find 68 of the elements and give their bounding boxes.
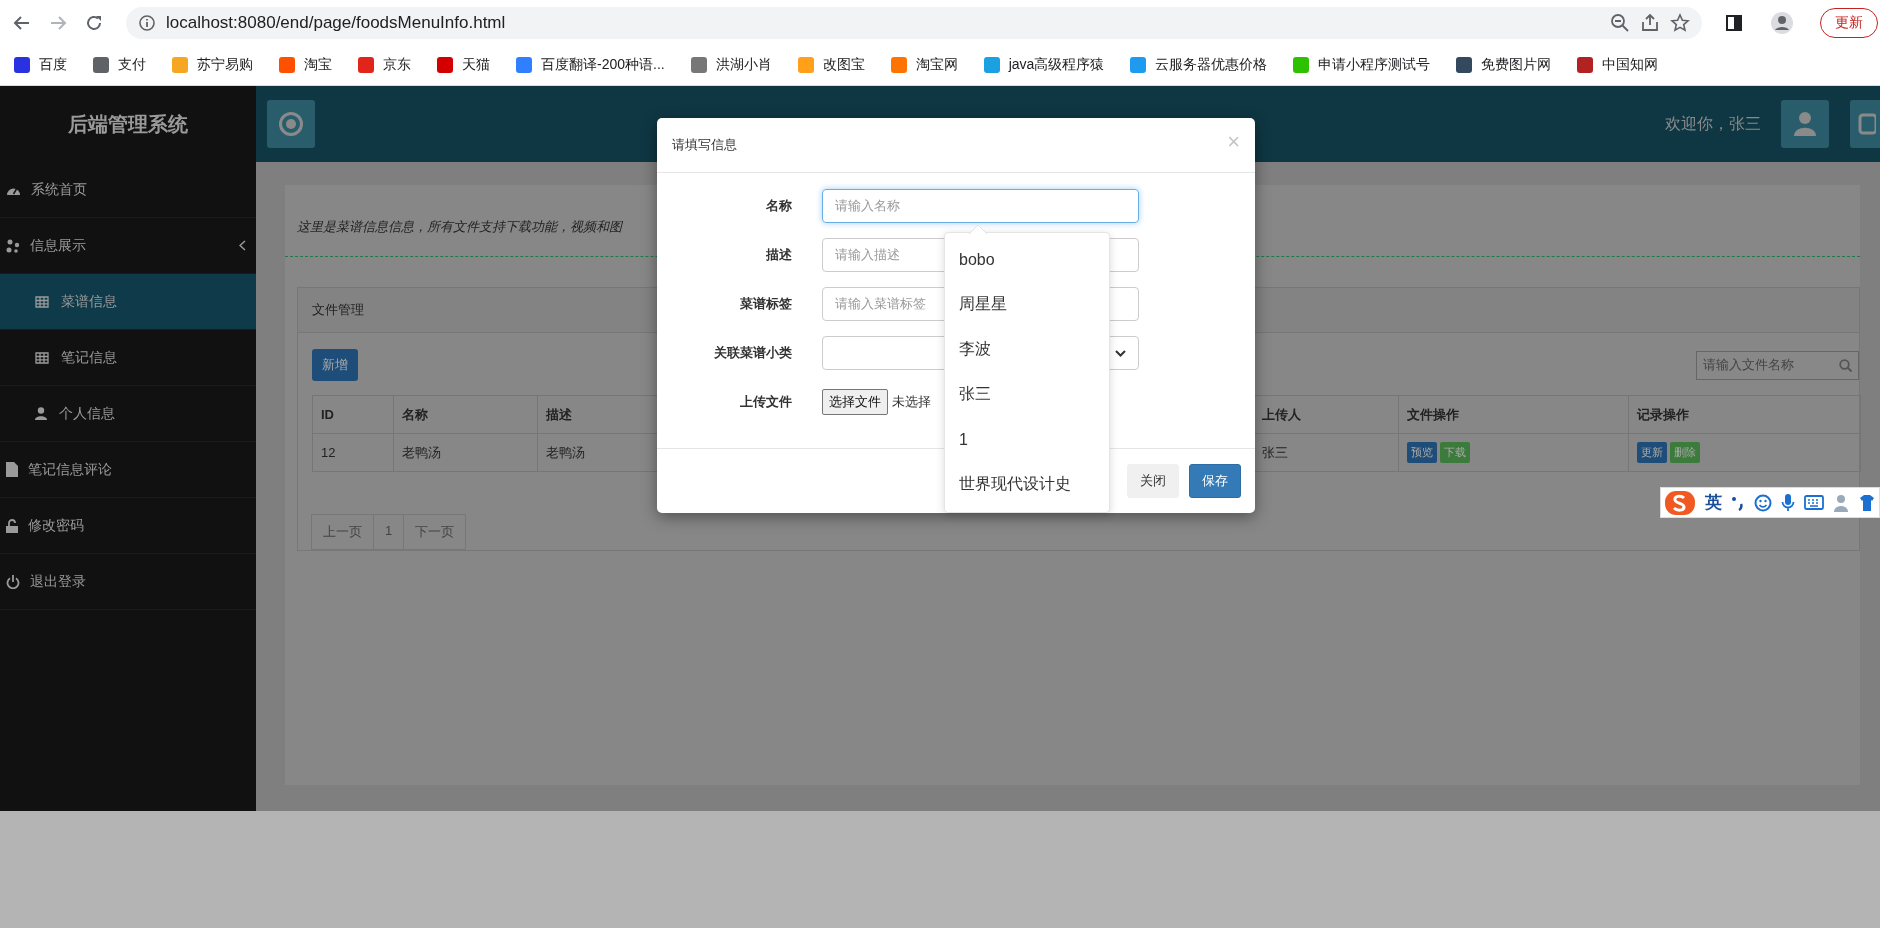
bookmark[interactable]: 支付 xyxy=(93,56,146,74)
punctuation-icon[interactable] xyxy=(1731,494,1745,511)
field-label: 名称 xyxy=(765,197,792,215)
bookmark[interactable]: 淘宝网 xyxy=(890,56,958,74)
field-label: 上传文件 xyxy=(739,393,792,411)
bookmark[interactable]: 百度翻译-200种语... xyxy=(516,56,665,74)
user-icon xyxy=(35,407,47,420)
file-icon xyxy=(6,462,18,477)
update-button[interactable]: 更新 xyxy=(1820,7,1878,38)
zoom-icon[interactable] xyxy=(1610,12,1630,33)
table-cell: 12 xyxy=(312,433,394,472)
sidebar-item[interactable]: 菜谱信息 xyxy=(0,274,256,330)
bookmark[interactable]: 百度 xyxy=(14,56,67,74)
shirt-icon[interactable] xyxy=(1860,494,1874,511)
intro-text: 这里是菜谱信息信息，所有文件支持下载功能，视频和图 xyxy=(297,218,622,236)
address-bar[interactable]: localhost:8080/end/page/foodsMenuInfo.html xyxy=(126,6,1702,39)
bookmark[interactable]: 申请小程序测试号 xyxy=(1293,56,1431,74)
table-icon xyxy=(35,295,49,308)
field-label: 菜谱标签 xyxy=(739,295,792,313)
profile-icon[interactable] xyxy=(1770,10,1794,35)
column-header: 文件操作 xyxy=(1398,395,1629,434)
suggestion-item[interactable]: bobo xyxy=(945,237,1109,282)
input-method-logo-icon[interactable] xyxy=(1664,489,1696,516)
field-label: 描述 xyxy=(765,246,792,264)
bookmark[interactable]: 改图宝 xyxy=(797,56,865,74)
app-title: 后端管理系统 xyxy=(67,111,189,137)
target-icon xyxy=(278,111,304,137)
bookmark[interactable]: 洪湖小肖 xyxy=(690,56,772,74)
keyboard-icon[interactable] xyxy=(1804,495,1824,510)
user-icon xyxy=(1794,112,1816,136)
suggestion-item[interactable]: 李波 xyxy=(945,327,1109,372)
bookmark[interactable]: 天猫 xyxy=(437,56,490,74)
bookmark[interactable]: java高级程序猿 xyxy=(983,56,1105,74)
file-status: 未选择 xyxy=(892,393,931,411)
emoji-icon[interactable] xyxy=(1754,493,1772,512)
input-mode-toggle[interactable]: 英 xyxy=(1705,491,1722,514)
cluster-icon xyxy=(6,238,20,253)
bookmark[interactable]: 苏宁易购 xyxy=(172,56,253,74)
sidebar-icon[interactable] xyxy=(1724,12,1744,33)
bookmark[interactable]: 免费图片网 xyxy=(1456,56,1552,74)
search-icon xyxy=(1839,358,1852,372)
choose-file-button[interactable]: 选择文件 xyxy=(822,389,888,415)
column-header: 名称 xyxy=(393,395,538,434)
lock-icon xyxy=(6,518,18,533)
microphone-icon[interactable] xyxy=(1781,493,1795,512)
chevron-icon xyxy=(1115,349,1126,357)
add-button[interactable]: 新增 xyxy=(312,349,358,381)
bookmark[interactable]: 京东 xyxy=(358,56,411,74)
bookmark[interactable]: 淘宝 xyxy=(279,56,332,74)
bookmark[interactable]: 云服务器优惠价格 xyxy=(1130,56,1268,74)
chevron-icon[interactable] xyxy=(239,240,246,251)
close-button[interactable]: 关闭 xyxy=(1127,464,1179,498)
save-button[interactable]: 保存 xyxy=(1189,464,1241,498)
field-label: 关联菜谱小类 xyxy=(713,344,792,362)
panel-title: 文件管理 xyxy=(312,301,364,319)
column-header: ID xyxy=(312,395,394,434)
column-header: 记录操作 xyxy=(1628,395,1861,434)
table-cell: 老鸭汤 xyxy=(393,433,538,472)
bookmark[interactable]: 中国知网 xyxy=(1577,56,1659,74)
power-icon xyxy=(6,574,20,589)
info-icon[interactable] xyxy=(138,13,156,32)
dialog-title: 请填写信息 xyxy=(672,136,737,154)
table-icon xyxy=(35,351,49,364)
star-icon[interactable] xyxy=(1670,12,1690,33)
table-action-button[interactable]: 更新 xyxy=(1637,442,1667,463)
table-action-button[interactable]: 预览 xyxy=(1407,442,1437,463)
welcome-text: 欢迎你，张三 xyxy=(1665,113,1761,134)
share-icon[interactable] xyxy=(1640,12,1660,33)
